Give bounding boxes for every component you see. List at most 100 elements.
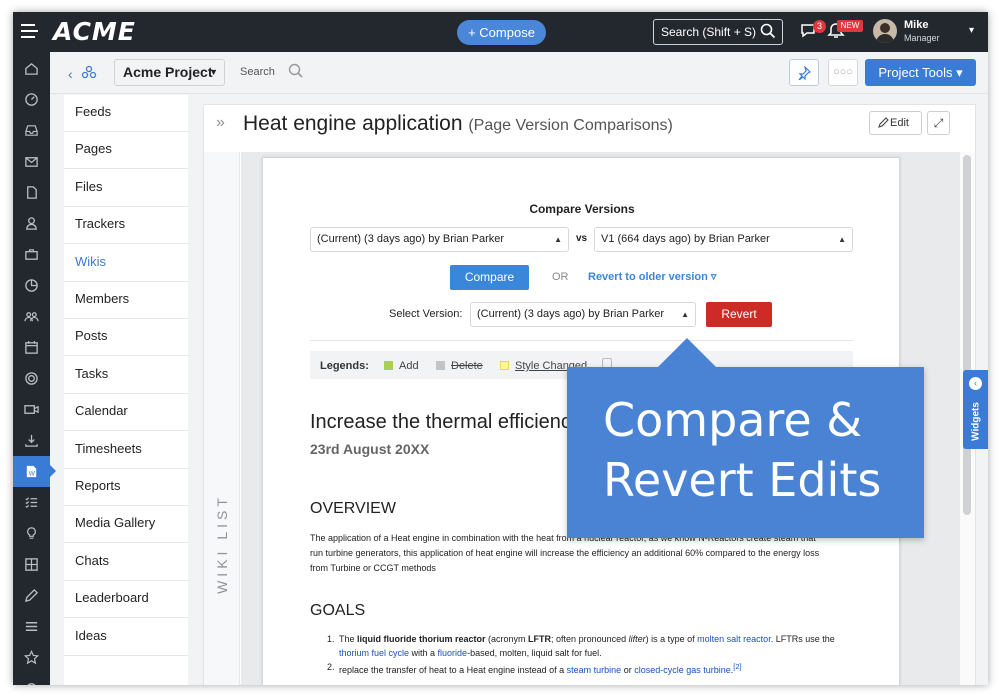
rail-item-mail[interactable]	[13, 146, 50, 177]
rail-item-inbox[interactable]	[13, 115, 50, 146]
rail-item-star[interactable]	[13, 642, 50, 673]
legend-add: Add	[384, 360, 419, 372]
or-label: OR	[552, 271, 569, 283]
citation-link[interactable]: [2]	[733, 662, 741, 671]
edit-button[interactable]: Edit	[869, 111, 922, 135]
goals-heading: GOALS	[310, 602, 366, 619]
list-item: 2. replace the transfer of heat to a Heat…	[327, 660, 847, 677]
vs-label: vs	[576, 233, 588, 244]
list-number: 2.	[327, 662, 335, 672]
rail-item-video[interactable]	[13, 394, 50, 425]
wiki-list-label: WIKI LIST	[214, 494, 230, 594]
nav-item-posts[interactable]: Posts	[64, 319, 188, 357]
bulb-icon	[27, 527, 36, 539]
revert-older-link[interactable]: Revert to older version ▿	[588, 270, 716, 283]
nav-item-reports[interactable]: Reports	[64, 469, 188, 506]
widgets-tab[interactable]: ‹ Widgets	[963, 370, 988, 449]
link[interactable]: molten salt reactor	[697, 634, 771, 644]
link[interactable]: thorium fuel cycle	[339, 648, 409, 658]
rail-item-group[interactable]	[13, 301, 50, 332]
wiki-list-toggle[interactable]: WIKI LIST	[204, 152, 240, 685]
rail-item-pie-chart[interactable]	[13, 270, 50, 301]
file-icon	[27, 186, 37, 199]
chevron-down-icon[interactable]: ▾	[969, 25, 974, 36]
menu-icon[interactable]	[21, 24, 41, 40]
nav-item-leaderboard[interactable]: Leaderboard	[64, 581, 188, 619]
checklist-icon	[25, 497, 38, 509]
project-icon	[81, 65, 97, 79]
rail-item-pencil[interactable]	[13, 580, 50, 611]
text: replace the transfer of heat to a Heat e…	[339, 665, 567, 675]
pin-button[interactable]	[789, 59, 819, 86]
search-icon[interactable]	[288, 63, 304, 79]
revert-version-value: (Current) (3 days ago) by Brian Parker	[477, 308, 665, 320]
project-selector[interactable]: Acme Project ▼	[114, 59, 225, 86]
pencil-icon	[878, 117, 889, 128]
more-button[interactable]: ○○○	[828, 59, 858, 86]
legend-delete-label: Delete	[451, 360, 483, 372]
legend-add-label: Add	[399, 360, 419, 372]
nav-item-files[interactable]: Files	[64, 170, 188, 207]
rail-item-file[interactable]	[13, 177, 50, 208]
nav-item-chats[interactable]: Chats	[64, 544, 188, 581]
chevron-down-icon: ▼	[209, 67, 218, 77]
global-search-input[interactable]: Search (Shift + S)	[653, 19, 783, 45]
rail-item-settings[interactable]	[13, 673, 50, 685]
back-icon[interactable]: ‹	[68, 66, 73, 82]
nav-item-ideas[interactable]: Ideas	[64, 619, 188, 656]
target-icon	[25, 372, 38, 385]
rail-item-list[interactable]	[13, 611, 50, 642]
nav-item-timesheets[interactable]: Timesheets	[64, 432, 188, 469]
logo: ACME	[53, 17, 136, 46]
select-arrows-icon: ▲	[681, 310, 689, 319]
revert-button[interactable]: Revert	[706, 302, 772, 327]
feature-callout: Compare & Revert Edits	[567, 338, 924, 538]
link[interactable]: steam turbine	[567, 665, 622, 675]
nav-item-wikis[interactable]: Wikis	[64, 245, 188, 282]
rail-item-user[interactable]	[13, 208, 50, 239]
project-search-label[interactable]: Search	[240, 66, 275, 78]
rail-item-checklist[interactable]	[13, 487, 50, 518]
rail-item-wiki[interactable]: W	[13, 456, 56, 487]
version-b-select[interactable]: V1 (664 days ago) by Brian Parker ▲	[594, 227, 853, 252]
rail-item-home[interactable]	[13, 53, 50, 84]
compare-button[interactable]: Compare	[450, 265, 529, 290]
rail-item-download[interactable]	[13, 425, 50, 456]
nav-item-members[interactable]: Members	[64, 282, 188, 319]
rail-item-briefcase[interactable]	[13, 239, 50, 270]
app-rail: W	[13, 52, 56, 685]
nav-item-media-gallery[interactable]: Media Gallery	[64, 506, 188, 544]
text: liquid fluoride thorium reactor	[357, 634, 486, 644]
link[interactable]: fluoride	[438, 648, 468, 658]
user-icon	[26, 217, 37, 230]
link[interactable]: closed-cycle gas turbine	[634, 665, 731, 675]
rail-item-dashboard[interactable]	[13, 84, 50, 115]
pie-chart-icon	[25, 279, 38, 292]
search-icon	[760, 23, 776, 39]
rail-item-target[interactable]	[13, 363, 50, 394]
collapse-icon[interactable]: »	[216, 114, 225, 132]
pencil-icon	[24, 588, 39, 603]
revert-older-label: Revert to older version	[588, 271, 708, 283]
avatar[interactable]	[873, 19, 897, 43]
nav-item-pages[interactable]: Pages	[64, 132, 188, 170]
nav-item-tasks[interactable]: Tasks	[64, 357, 188, 394]
project-tools-button[interactable]: Project Tools ▾	[865, 59, 976, 86]
scrollbar-thumb[interactable]	[963, 155, 971, 515]
user-name[interactable]: Mike	[904, 19, 928, 31]
callout-line-1: Compare &	[603, 393, 863, 447]
nav-item-trackers[interactable]: Trackers	[64, 207, 188, 245]
text: with a	[409, 648, 438, 658]
compose-button[interactable]: + Compose	[457, 20, 546, 45]
rail-item-bulb[interactable]	[13, 518, 50, 549]
grid-icon	[25, 558, 38, 571]
widgets-label: Widgets	[970, 402, 982, 441]
rail-item-grid[interactable]	[13, 549, 50, 580]
nav-item-calendar[interactable]: Calendar	[64, 394, 188, 432]
version-a-value: (Current) (3 days ago) by Brian Parker	[317, 233, 505, 245]
rail-item-calendar[interactable]	[13, 332, 50, 363]
revert-version-select[interactable]: (Current) (3 days ago) by Brian Parker ▲	[470, 302, 696, 327]
expand-icon[interactable]: ⤢	[927, 111, 950, 135]
version-a-select[interactable]: (Current) (3 days ago) by Brian Parker ▲	[310, 227, 569, 252]
nav-item-feeds[interactable]: Feeds	[64, 95, 188, 132]
